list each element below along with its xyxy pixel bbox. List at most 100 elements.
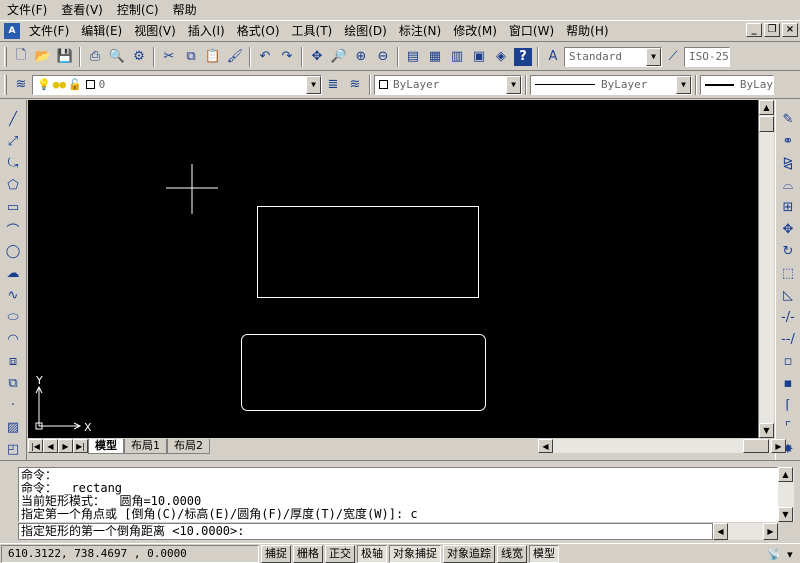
match-properties-icon[interactable]: 🖌: [224, 46, 246, 68]
offset-icon[interactable]: ⌓: [777, 174, 799, 196]
print-icon[interactable]: ⎙: [84, 46, 106, 68]
print-preview-icon[interactable]: 🔍: [106, 46, 128, 68]
app-menu-view[interactable]: 查看(V): [54, 0, 110, 20]
copy-object-icon[interactable]: ⚭: [777, 130, 799, 152]
make-block-icon[interactable]: ⧉: [2, 372, 24, 394]
dim-style-icon[interactable]: ⟋: [662, 46, 684, 68]
hatch-icon[interactable]: ▨: [2, 416, 24, 438]
insert-block-icon[interactable]: ⧈: [2, 350, 24, 372]
publish-icon[interactable]: ⚙: [128, 46, 150, 68]
lineweight-select[interactable]: ByLay: [700, 74, 774, 95]
help-icon[interactable]: ?: [514, 47, 532, 66]
point-icon[interactable]: ·: [2, 394, 24, 416]
dim-style-select[interactable]: ISO-25: [684, 46, 730, 67]
minimize-icon[interactable]: _: [746, 23, 762, 37]
ellipse-arc-icon[interactable]: ◠: [2, 328, 24, 350]
menu-edit[interactable]: 编辑(E): [75, 21, 128, 41]
break-icon[interactable]: ▫: [777, 350, 799, 372]
app-menu-control[interactable]: 控制(C): [110, 0, 166, 20]
layer-select[interactable]: 💡 ● ● 🔓 0 ▼: [32, 74, 322, 95]
linetype-select[interactable]: ByLayer ▼: [530, 74, 692, 95]
menu-dimension[interactable]: 标注(N): [393, 21, 447, 41]
model-toggle[interactable]: 模型: [529, 544, 559, 563]
zoom-previous-icon[interactable]: ⊖: [372, 46, 394, 68]
communication-center-icon[interactable]: 📡: [767, 548, 781, 561]
construction-line-icon[interactable]: ⤢: [2, 130, 24, 152]
chevron-down-icon[interactable]: ▼: [506, 75, 521, 94]
toolbar-grip[interactable]: [4, 46, 7, 67]
markup-icon[interactable]: ◈: [490, 46, 512, 68]
menu-help[interactable]: 帮助(H): [560, 21, 614, 41]
menu-window[interactable]: 窗口(W): [503, 21, 560, 41]
properties-icon[interactable]: ▤: [402, 46, 424, 68]
new-file-icon[interactable]: 🗋: [10, 46, 32, 68]
menu-insert[interactable]: 插入(I): [182, 21, 231, 41]
undo-icon[interactable]: ↶: [254, 46, 276, 68]
scroll-up-icon[interactable]: ▲: [759, 100, 774, 115]
menu-view[interactable]: 视图(V): [128, 21, 182, 41]
scroll-left-icon[interactable]: ◀: [713, 523, 728, 540]
canvas-horizontal-scrollbar[interactable]: ◀ ▶: [538, 439, 786, 453]
polygon-icon[interactable]: ⬠: [2, 174, 24, 196]
first-tab-icon[interactable]: |◀: [28, 439, 43, 453]
next-tab-icon[interactable]: ▶: [58, 439, 73, 453]
close-icon[interactable]: ×: [782, 23, 798, 37]
command-horizontal-scrollbar[interactable]: ◀ ▶: [713, 523, 778, 540]
make-layer-current-icon[interactable]: ≣: [322, 74, 344, 96]
coordinate-readout[interactable]: 610.3122, 738.4697 , 0.0000: [1, 544, 259, 563]
scroll-right-icon[interactable]: ▶: [771, 439, 786, 453]
region-icon[interactable]: ◰: [2, 438, 24, 460]
stretch-icon[interactable]: ◺: [777, 284, 799, 306]
horizontal-scroll-thumb[interactable]: [743, 439, 769, 453]
command-history-scrollbar[interactable]: ▲ ▼: [778, 467, 794, 522]
menu-modify[interactable]: 修改(M): [447, 21, 503, 41]
move-icon[interactable]: ✥: [777, 218, 799, 240]
osnap-toggle[interactable]: 对象捕捉: [389, 544, 441, 563]
spline-icon[interactable]: ∿: [2, 284, 24, 306]
chevron-down-icon[interactable]: ▼: [676, 75, 691, 94]
circle-icon[interactable]: ◯: [2, 240, 24, 262]
cut-icon[interactable]: ✂: [158, 46, 180, 68]
menu-tools[interactable]: 工具(T): [286, 21, 339, 41]
mirror-icon[interactable]: ⧎: [777, 152, 799, 174]
ortho-toggle[interactable]: 正交: [325, 544, 355, 563]
polyline-icon[interactable]: ⤿: [2, 152, 24, 174]
design-center-icon[interactable]: ▦: [424, 46, 446, 68]
chevron-down-icon[interactable]: ▼: [306, 75, 321, 94]
open-file-icon[interactable]: 📂: [32, 46, 54, 68]
layer-manager-icon[interactable]: ≋: [10, 74, 32, 96]
rectangle-entity[interactable]: [257, 206, 479, 298]
menu-draw[interactable]: 绘图(D): [338, 21, 393, 41]
grid-toggle[interactable]: 栅格: [293, 544, 323, 563]
array-icon[interactable]: ⊞: [777, 196, 799, 218]
scroll-right-icon[interactable]: ▶: [763, 523, 778, 540]
scroll-down-icon[interactable]: ▼: [759, 423, 774, 438]
ellipse-icon[interactable]: ⬭: [2, 306, 24, 328]
autocad-app-icon[interactable]: A: [4, 23, 20, 39]
vertical-scroll-thumb[interactable]: [759, 116, 774, 132]
tab-layout2[interactable]: 布局2: [167, 438, 210, 454]
scroll-up-icon[interactable]: ▲: [778, 467, 793, 482]
drawing-canvas[interactable]: Y X: [28, 100, 758, 438]
text-style-icon[interactable]: A: [542, 46, 564, 68]
tab-model[interactable]: 模型: [88, 438, 124, 454]
extend-icon[interactable]: --/: [777, 328, 799, 350]
menu-file[interactable]: 文件(F): [23, 21, 75, 41]
canvas-vertical-scrollbar[interactable]: ▲ ▼: [758, 100, 774, 438]
snap-toggle[interactable]: 捕捉: [261, 544, 291, 563]
zoom-window-icon[interactable]: ⊕: [350, 46, 372, 68]
scroll-down-icon[interactable]: ▼: [778, 507, 793, 522]
scale-icon[interactable]: ⬚: [777, 262, 799, 284]
last-tab-icon[interactable]: ▶|: [73, 439, 88, 453]
fillet-icon[interactable]: ⌜: [777, 416, 799, 438]
command-input[interactable]: 指定矩形的第一个倒角距离 <10.0000>:: [18, 523, 713, 540]
save-icon[interactable]: 💾: [54, 46, 76, 68]
rotate-icon[interactable]: ↻: [777, 240, 799, 262]
text-style-select[interactable]: Standard ▼: [564, 46, 662, 67]
tray-menu-icon[interactable]: ▾: [787, 548, 793, 561]
scroll-left-icon[interactable]: ◀: [538, 439, 553, 453]
erase-icon[interactable]: ✎: [777, 108, 799, 130]
otrack-toggle[interactable]: 对象追踪: [443, 544, 495, 563]
revision-cloud-icon[interactable]: ☁: [2, 262, 24, 284]
chamfer-icon[interactable]: ⌈: [777, 394, 799, 416]
